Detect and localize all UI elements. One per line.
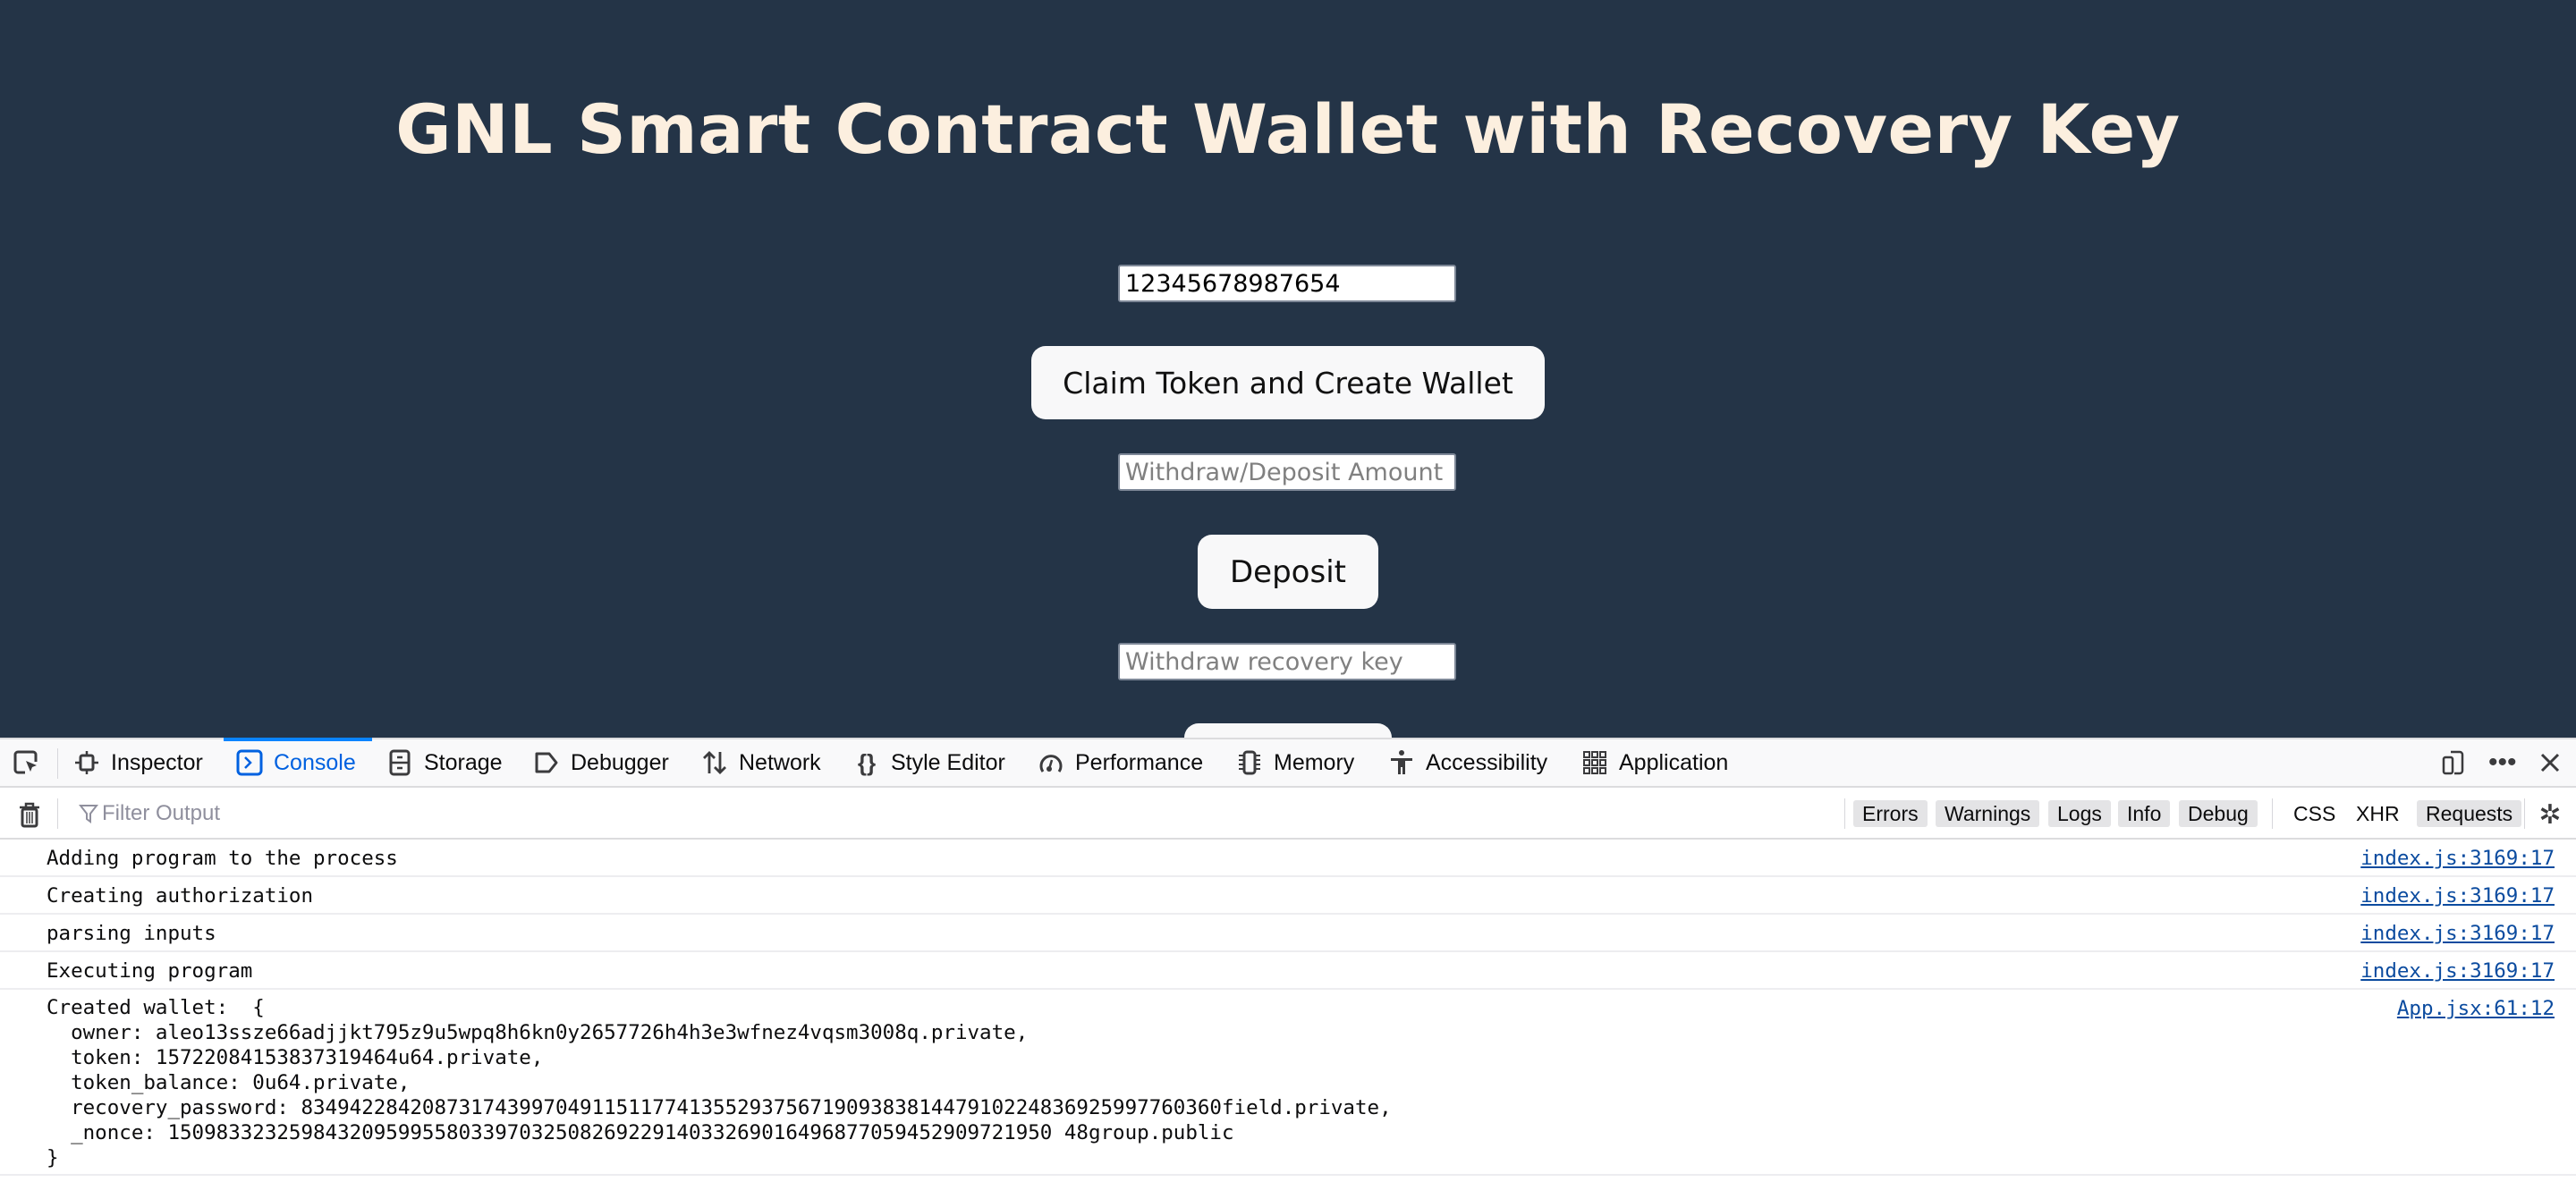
filter-xhr[interactable]: XHR — [2347, 800, 2409, 827]
element-picker-button[interactable] — [13, 739, 50, 786]
console-source-link[interactable]: index.js:3169:17 — [2360, 959, 2555, 983]
tab-debugger[interactable]: Debugger — [533, 739, 669, 786]
filter-info[interactable]: Info — [2118, 800, 2171, 827]
tab-console[interactable]: Console — [236, 739, 356, 786]
toolbar-separator — [57, 748, 58, 779]
network-icon — [701, 749, 728, 776]
accessibility-icon — [1388, 749, 1415, 776]
tab-label: Debugger — [571, 749, 669, 775]
recovery-key-input[interactable] — [1118, 643, 1456, 680]
performance-icon — [1038, 749, 1064, 776]
devtools-panel: Inspector Console Storage Debugger Netwo… — [0, 738, 2576, 1182]
clear-console-button[interactable] — [16, 791, 54, 838]
console-output: Adding program to the process index.js:3… — [0, 840, 2576, 1176]
page-title: GNL Smart Contract Wallet with Recovery … — [395, 89, 2181, 169]
console-message-text: Adding program to the process — [47, 847, 398, 870]
console-settings-button[interactable]: ✲ — [2537, 791, 2574, 838]
console-message: Creating authorization index.js:3169:17 — [0, 877, 2576, 915]
storage-icon — [386, 749, 413, 776]
tab-label: Network — [739, 749, 821, 775]
console-message: Created wallet: { owner: aleo13ssze66adj… — [0, 990, 2576, 1176]
tab-storage[interactable]: Storage — [386, 739, 503, 786]
tab-application[interactable]: Application — [1581, 739, 1728, 786]
withdraw-button[interactable] — [1184, 723, 1392, 738]
tab-label: Style Editor — [891, 749, 1005, 775]
more-options-button[interactable]: ••• — [2488, 739, 2517, 786]
filter-errors[interactable]: Errors — [1853, 800, 1928, 827]
console-source-link[interactable]: App.jsx:61:12 — [2397, 997, 2555, 1020]
tab-label: Console — [274, 749, 356, 775]
inspector-icon — [73, 749, 100, 776]
console-message-text: Executing program — [47, 959, 253, 983]
tab-style-editor[interactable]: {} Style Editor — [853, 739, 1005, 786]
console-message-text: Created wallet: { owner: aleo13ssze66adj… — [47, 996, 1392, 1169]
claim-token-create-wallet-button[interactable]: Claim Token and Create Wallet — [1031, 346, 1545, 419]
tab-accessibility[interactable]: Accessibility — [1388, 739, 1547, 786]
web-page: GNL Smart Contract Wallet with Recovery … — [0, 0, 2576, 738]
tab-label: Memory — [1274, 749, 1355, 775]
tab-label: Accessibility — [1426, 749, 1548, 775]
filter-output-input[interactable] — [77, 797, 1803, 831]
gear-icon: ✲ — [2538, 799, 2562, 830]
console-message-text: parsing inputs — [47, 922, 216, 945]
style-editor-icon: {} — [857, 748, 877, 776]
debugger-icon — [533, 749, 560, 776]
console-message-text: Creating authorization — [47, 884, 314, 908]
amount-input[interactable] — [1118, 453, 1456, 491]
filter-logs[interactable]: Logs — [2048, 800, 2111, 827]
console-filter-bar: Errors Warnings Logs Info Debug CSS XHR … — [0, 788, 2576, 840]
console-source-link[interactable]: index.js:3169:17 — [2360, 847, 2555, 870]
close-icon — [2537, 749, 2563, 776]
filter-requests[interactable]: Requests — [2417, 800, 2522, 827]
tab-label: Inspector — [111, 749, 203, 775]
filter-warnings[interactable]: Warnings — [1936, 800, 2040, 827]
console-message: Adding program to the process index.js:3… — [0, 840, 2576, 877]
console-source-link[interactable]: index.js:3169:17 — [2360, 922, 2555, 945]
responsive-design-button[interactable] — [2440, 739, 2478, 786]
console-message: Executing program index.js:3169:17 — [0, 952, 2576, 990]
console-icon — [236, 749, 263, 776]
tab-inspector[interactable]: Inspector — [73, 739, 203, 786]
console-source-link[interactable]: index.js:3169:17 — [2360, 884, 2555, 908]
element-picker-icon — [13, 749, 39, 776]
filter-separator — [1844, 798, 1845, 829]
filter-separator — [57, 798, 58, 829]
tab-network[interactable]: Network — [701, 739, 821, 786]
filter-debug[interactable]: Debug — [2179, 800, 2258, 827]
filter-separator — [2524, 798, 2525, 829]
console-message: parsing inputs index.js:3169:17 — [0, 915, 2576, 952]
tab-label: Storage — [424, 749, 503, 775]
tab-performance[interactable]: Performance — [1038, 739, 1203, 786]
tab-memory[interactable]: Memory — [1236, 739, 1354, 786]
trash-icon — [16, 801, 43, 828]
token-input[interactable] — [1118, 265, 1456, 302]
application-icon — [1581, 749, 1608, 776]
filter-css[interactable]: CSS — [2284, 800, 2344, 827]
filter-separator — [2272, 798, 2273, 829]
more-options-icon: ••• — [2488, 747, 2517, 777]
memory-icon — [1236, 749, 1263, 776]
responsive-design-icon — [2440, 749, 2467, 776]
deposit-button[interactable]: Deposit — [1198, 535, 1378, 609]
tab-label: Performance — [1075, 749, 1204, 775]
close-devtools-button[interactable] — [2537, 739, 2574, 786]
tab-label: Application — [1619, 749, 1729, 775]
devtools-toolbar: Inspector Console Storage Debugger Netwo… — [0, 738, 2576, 788]
